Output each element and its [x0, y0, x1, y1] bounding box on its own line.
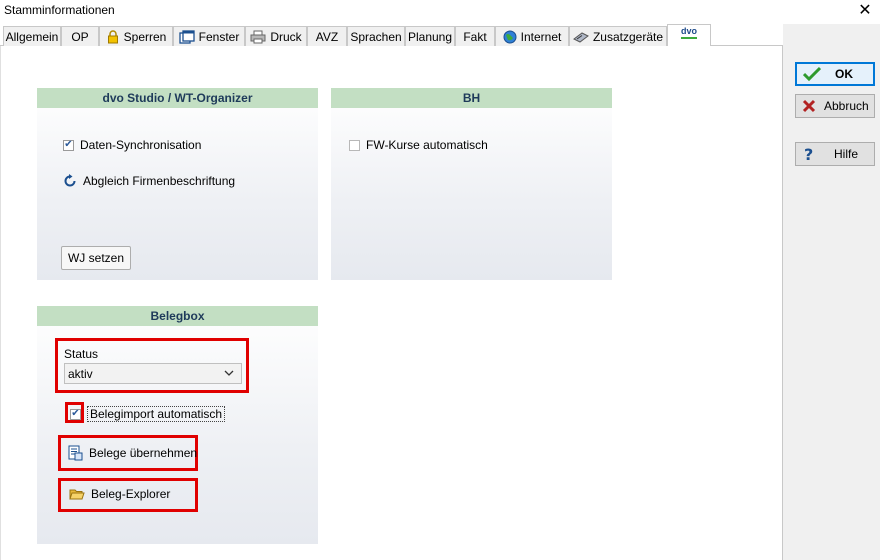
tab-zusatzgeraete[interactable]: Zusatzgeräte [569, 26, 667, 46]
button-sidebar: OK Abbruch ? Hilfe [783, 24, 880, 560]
beleg-explorer-label: Beleg-Explorer [91, 487, 171, 501]
tab-internet[interactable]: Internet [495, 26, 569, 46]
panel-belegbox-header: Belegbox [37, 306, 318, 326]
tab-dvo[interactable]: dvo [667, 24, 711, 47]
printer-icon [250, 30, 266, 43]
window-title: Stamminformationen [4, 3, 115, 17]
checkmark-icon [803, 66, 821, 82]
hilfe-label: Hilfe [834, 147, 859, 161]
status-label: Status [64, 347, 99, 361]
fw-kurse-checkbox[interactable] [349, 139, 360, 151]
dvo-logo-icon: dvo [680, 25, 697, 39]
tab-sprachen[interactable]: Sprachen [347, 26, 405, 46]
beleg-explorer-button[interactable]: Beleg-Explorer [69, 486, 170, 502]
tab-avz[interactable]: AVZ [307, 26, 347, 46]
tab-content-dvo: dvo Studio / WT-Organizer ✔ Daten-Synchr… [0, 46, 783, 560]
tab-planung[interactable]: Planung [405, 26, 455, 46]
status-select[interactable]: aktiv [64, 363, 242, 384]
belege-uebernehmen-button[interactable]: Belege übernehmen [67, 445, 197, 461]
device-icon [573, 31, 589, 43]
belegimport-checkbox[interactable]: ✔ [70, 408, 81, 420]
lock-icon [107, 29, 118, 43]
hilfe-button[interactable]: ? Hilfe [795, 142, 875, 166]
folder-open-icon [69, 489, 85, 500]
abbruch-button[interactable]: Abbruch [795, 94, 875, 118]
tab-fakt[interactable]: Fakt [455, 26, 495, 46]
window-icon [179, 29, 195, 44]
chevron-down-icon [224, 370, 234, 376]
tab-op[interactable]: OP [61, 26, 99, 46]
title-bar: Stamminformationen ✕ [0, 0, 880, 22]
ok-label: OK [835, 67, 853, 81]
cancel-x-icon [802, 99, 816, 113]
tab-strip: Allgemein OP Sperren Fenster Druck AVZ S… [0, 24, 783, 47]
belegimport-checkbox-row[interactable]: ✔ Belegimport automatisch [70, 406, 226, 422]
svg-text:?: ? [804, 146, 813, 162]
ok-button[interactable]: OK [795, 62, 875, 86]
sync-label: Daten-Synchronisation [80, 138, 202, 152]
globe-icon [503, 30, 517, 43]
abbruch-label: Abbruch [824, 99, 869, 113]
panel-bh: BH FW-Kurse automatisch [331, 88, 612, 280]
belege-uebernehmen-label: Belege übernehmen [89, 446, 198, 460]
tab-sperren[interactable]: Sperren [99, 26, 173, 46]
fw-kurse-label: FW-Kurse automatisch [366, 138, 488, 152]
abgleich-firmenbeschriftung-button[interactable]: Abgleich Firmenbeschriftung [63, 174, 235, 188]
fw-kurse-checkbox-row[interactable]: FW-Kurse automatisch [349, 138, 488, 152]
panel-dvo-studio: dvo Studio / WT-Organizer ✔ Daten-Synchr… [37, 88, 318, 280]
tab-allgemein[interactable]: Allgemein [3, 26, 61, 46]
close-button[interactable]: ✕ [850, 0, 880, 22]
wj-setzen-button[interactable]: WJ setzen [61, 246, 131, 270]
sync-checkbox[interactable]: ✔ [63, 139, 74, 151]
refresh-icon [64, 174, 76, 187]
sync-checkbox-row[interactable]: ✔ Daten-Synchronisation [63, 138, 201, 152]
status-value: aktiv [68, 366, 93, 381]
belegimport-label: Belegimport automatisch [87, 406, 226, 422]
panel-belegbox: Belegbox Status aktiv ✔ Belegimport auto… [37, 306, 318, 544]
tab-fenster[interactable]: Fenster [173, 26, 245, 46]
document-import-icon [68, 445, 83, 461]
panel-bh-header: BH [331, 88, 612, 108]
abgleich-label: Abgleich Firmenbeschriftung [83, 174, 236, 188]
tab-druck[interactable]: Druck [245, 26, 307, 46]
panel-dvo-studio-header: dvo Studio / WT-Organizer [37, 88, 318, 108]
help-icon: ? [804, 146, 813, 162]
